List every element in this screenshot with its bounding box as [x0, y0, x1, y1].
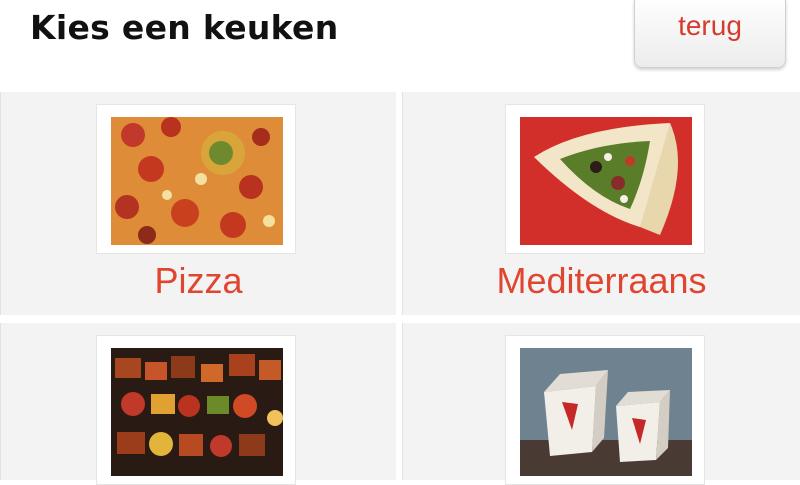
- cuisine-grid: Pizza Mediterraans: [0, 92, 800, 485]
- grill-image: [96, 335, 296, 485]
- wrap-image: [505, 104, 705, 254]
- pizza-image: [96, 104, 296, 254]
- takeout-image: [505, 335, 705, 485]
- header: Kies een keuken terug: [0, 0, 800, 92]
- back-button[interactable]: terug: [634, 0, 786, 68]
- page-title: Kies een keuken: [30, 8, 339, 47]
- cuisine-tile-grill[interactable]: [0, 323, 396, 485]
- cuisine-label: Pizza: [154, 260, 243, 301]
- cuisine-tile-pizza[interactable]: Pizza: [0, 92, 396, 315]
- cuisine-label: Mediterraans: [496, 260, 707, 301]
- cuisine-tile-takeout[interactable]: [402, 323, 800, 485]
- cuisine-tile-mediterraans[interactable]: Mediterraans: [402, 92, 800, 315]
